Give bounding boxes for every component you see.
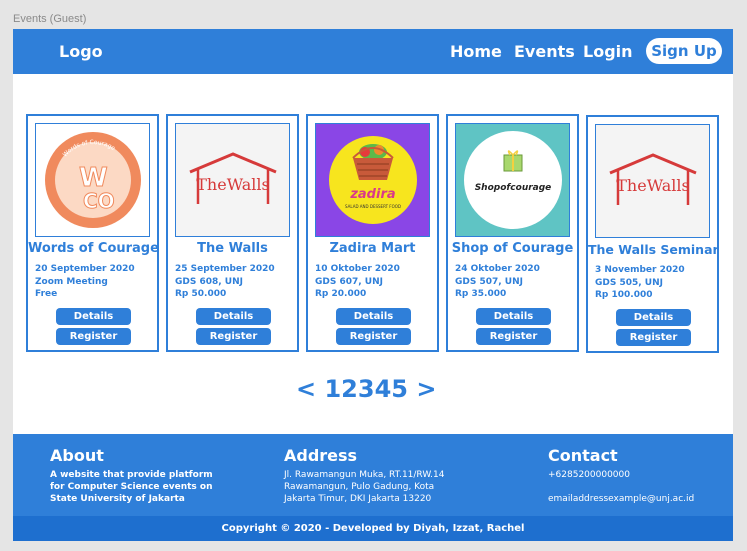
event-location: GDS 505, UNJ <box>595 278 664 288</box>
event-card: TheWalls The Walls 25 September 2020 GDS… <box>166 114 299 352</box>
event-card: Words of Courage W CO Words of Courage 2… <box>26 114 159 352</box>
footer-about-line: for Computer Science events on <box>50 482 213 492</box>
page: Logo Home Events Login Sign Up Words of … <box>13 29 733 541</box>
event-title[interactable]: The Walls <box>168 241 297 256</box>
event-image: Shopofcourage <box>455 123 570 237</box>
event-title[interactable]: Words of Courage <box>28 241 159 256</box>
pagination-next[interactable]: > <box>416 375 436 403</box>
pagination-page-1[interactable]: 1 <box>324 375 341 403</box>
details-button[interactable]: Details <box>616 309 691 326</box>
event-card: zadira SALAD AND DESSERT FOOD Zadira Mar… <box>306 114 439 352</box>
footer: About A website that provide platform fo… <box>13 434 733 541</box>
nav-events-link[interactable]: Events <box>514 42 575 61</box>
event-card: TheWalls The Walls Seminar 3 November 20… <box>586 115 719 353</box>
footer-about-text: A website that provide platform for Comp… <box>50 469 213 505</box>
event-price: Rp 100.000 <box>595 290 653 300</box>
footer-address-line: Jakarta Timur, DKI Jakarta 13220 <box>284 494 432 504</box>
footer-about-line: A website that provide platform <box>50 470 213 480</box>
event-date: 25 September 2020 <box>175 264 275 274</box>
footer-contact-heading: Contact <box>548 446 618 465</box>
event-location: GDS 607, UNJ <box>315 277 384 287</box>
event-price: Rp 20.000 <box>315 289 367 299</box>
event-card: Shopofcourage Shop of Courage 24 Oktober… <box>446 114 579 352</box>
zadira-logo-text: zadira <box>349 187 395 202</box>
event-image: TheWalls <box>175 123 290 237</box>
event-date: 3 November 2020 <box>595 265 685 275</box>
nav-login-link[interactable]: Login <box>583 42 633 61</box>
register-button[interactable]: Register <box>56 328 131 345</box>
event-image: zadira SALAD AND DESSERT FOOD <box>315 123 430 237</box>
event-price: Rp 50.000 <box>175 289 227 299</box>
footer-contact-email[interactable]: emailaddressexample@unj.ac.id <box>548 493 694 505</box>
pagination-prev[interactable]: < <box>296 375 316 403</box>
footer-about-heading: About <box>50 446 104 465</box>
details-button[interactable]: Details <box>476 308 551 325</box>
logo[interactable]: Logo <box>59 42 103 61</box>
details-button[interactable]: Details <box>336 308 411 325</box>
shop-logo-text: Shopofcourage <box>474 183 551 193</box>
event-image: Words of Courage W CO <box>35 123 150 237</box>
register-button[interactable]: Register <box>196 328 271 345</box>
copyright-bar: Copyright © 2020 - Developed by Diyah, I… <box>13 516 733 541</box>
details-button[interactable]: Details <box>56 308 131 325</box>
register-button[interactable]: Register <box>336 328 411 345</box>
event-title[interactable]: The Walls Seminar <box>588 242 719 257</box>
footer-about-line: State University of Jakarta <box>50 494 185 504</box>
footer-address-heading: Address <box>284 446 358 465</box>
navbar: Logo Home Events Login Sign Up <box>13 29 733 74</box>
nav-home-link[interactable]: Home <box>450 42 502 61</box>
footer-address-text: Jl. Rawamangun Muka, RT.11/RW.14 Rawaman… <box>284 469 445 505</box>
thewalls-logo-text: TheWalls <box>616 176 689 195</box>
pagination-page-5[interactable]: 5 <box>391 375 408 403</box>
pagination-page-2[interactable]: 2 <box>341 375 358 403</box>
event-location: Zoom Meeting <box>35 277 108 287</box>
event-title[interactable]: Zadira Mart <box>308 241 437 256</box>
footer-address-line: Jl. Rawamangun Muka, RT.11/RW.14 <box>284 470 445 480</box>
thewalls-logo-text: TheWalls <box>196 175 269 194</box>
details-button[interactable]: Details <box>196 308 271 325</box>
event-date: 24 Oktober 2020 <box>455 264 540 274</box>
pagination-page-4[interactable]: 4 <box>375 375 392 403</box>
event-image: TheWalls <box>595 124 710 238</box>
footer-contact-phone: +6285200000000 <box>548 470 630 480</box>
event-price: Rp 35.000 <box>455 289 507 299</box>
zadira-logo-subtext: SALAD AND DESSERT FOOD <box>345 204 401 209</box>
signup-button[interactable]: Sign Up <box>646 38 722 64</box>
event-location: GDS 507, UNJ <box>455 277 524 287</box>
event-price: Free <box>35 289 58 299</box>
register-button[interactable]: Register <box>616 329 691 346</box>
event-date: 20 September 2020 <box>35 264 135 274</box>
window-title: Events (Guest) <box>13 13 87 25</box>
event-location: GDS 608, UNJ <box>175 277 244 287</box>
event-title[interactable]: Shop of Courage <box>448 241 577 256</box>
register-button[interactable]: Register <box>476 328 551 345</box>
footer-address-line: Rawamangun, Pulo Gadung, Kota <box>284 482 435 492</box>
svg-text:CO: CO <box>83 189 115 213</box>
pagination-page-3[interactable]: 3 <box>358 375 375 403</box>
pagination: < 12345 > <box>296 375 436 403</box>
event-date: 10 Oktober 2020 <box>315 264 400 274</box>
